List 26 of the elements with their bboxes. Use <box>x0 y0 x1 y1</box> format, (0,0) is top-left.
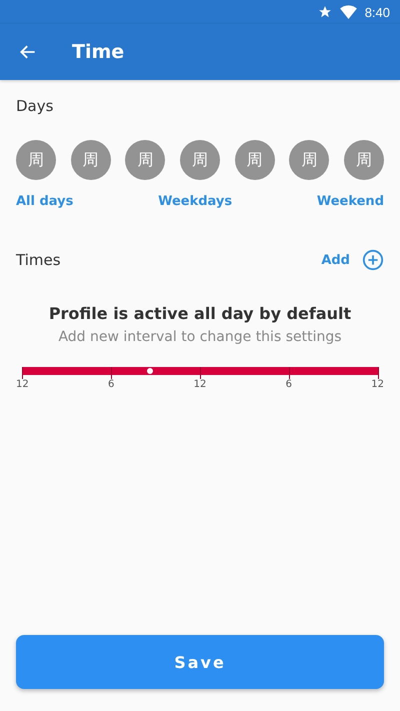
section-label: Times <box>16 251 62 269</box>
tick-label: 6 <box>286 379 292 390</box>
tick-label: 12 <box>194 379 206 390</box>
add-circle-icon[interactable] <box>362 249 384 271</box>
day-toggle[interactable]: 周 <box>289 140 330 180</box>
day-toggle[interactable]: 周 <box>344 140 384 180</box>
add-link[interactable]: Add <box>321 252 350 268</box>
clock-text: 8:40 <box>364 4 390 20</box>
day-toggle[interactable]: 周 <box>125 140 166 180</box>
star-icon <box>318 5 332 19</box>
tick-label: 12 <box>371 379 384 390</box>
screen-title: Time <box>72 41 124 63</box>
day-toggle[interactable]: 周 <box>16 140 56 180</box>
preset-link[interactable]: All days <box>16 194 74 209</box>
wifi-icon <box>340 5 357 19</box>
day-toggle[interactable]: 周 <box>180 140 220 180</box>
preset-link[interactable]: Weekdays <box>158 194 232 209</box>
day-toggle[interactable]: 周 <box>70 140 111 180</box>
section-label: Days <box>16 97 54 115</box>
tick-label: 6 <box>108 379 114 390</box>
empty-title: Profile is active all day by default <box>48 304 352 323</box>
empty-subtitle: Add new interval to change this settings <box>58 329 342 345</box>
day-toggle[interactable]: 周 <box>234 140 275 180</box>
save-button[interactable]: Save <box>16 635 384 689</box>
preset-link[interactable]: Weekend <box>316 194 384 209</box>
tick-label: 12 <box>16 379 29 390</box>
